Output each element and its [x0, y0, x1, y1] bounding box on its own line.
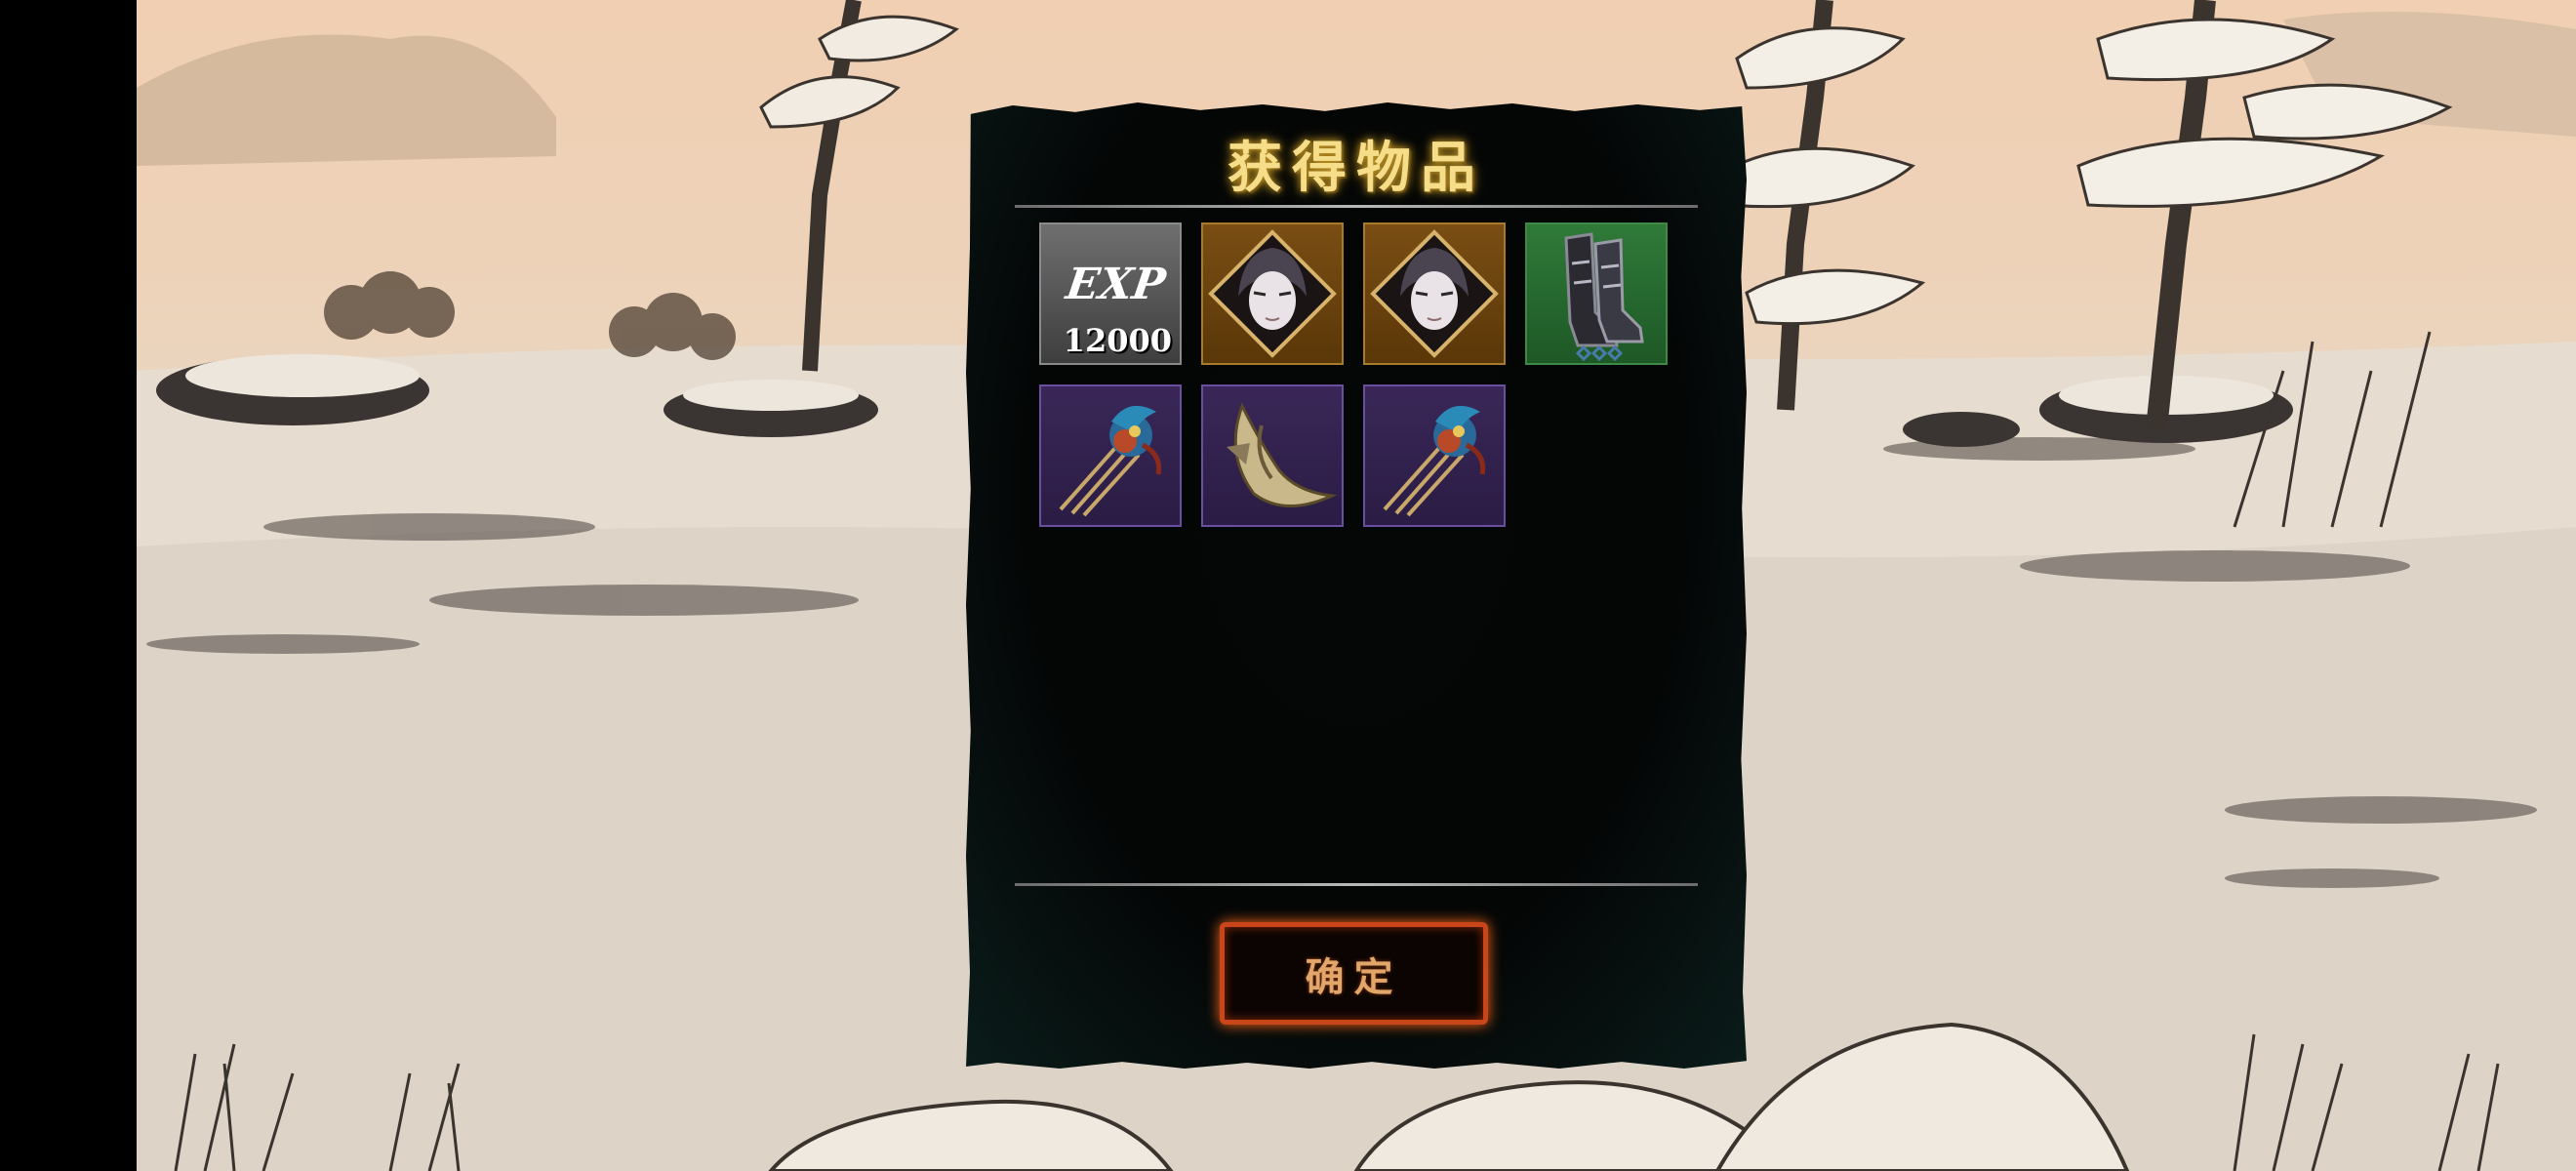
curved-blade-icon [1227, 402, 1338, 507]
reward-item-portrait[interactable] [1201, 222, 1344, 365]
left-black-bar [0, 0, 137, 1171]
feathered-hairpin-icon [1383, 405, 1486, 517]
footer-divider [1015, 883, 1698, 886]
rewards-dialog: 获得物品 EXP 12000 确定 [966, 102, 1747, 1069]
hooded-character-portrait-icon [1370, 229, 1499, 358]
reward-item-equipment[interactable] [1039, 384, 1182, 527]
exp-label: EXP [1063, 260, 1169, 309]
exp-amount: 12000 [1063, 322, 1172, 359]
hooded-character-portrait-icon [1208, 229, 1337, 358]
confirm-button[interactable]: 确定 [1220, 922, 1488, 1025]
feathered-hairpin-icon [1059, 405, 1162, 517]
title-divider [1015, 205, 1698, 208]
reward-item-portrait[interactable] [1363, 222, 1506, 365]
armored-boots-icon [1564, 232, 1644, 362]
reward-item-exp[interactable]: EXP 12000 [1039, 222, 1182, 365]
reward-item-equipment[interactable] [1201, 384, 1344, 527]
reward-item-equipment[interactable] [1525, 222, 1668, 365]
confirm-button-label: 确定 [1305, 953, 1403, 1000]
reward-item-equipment[interactable] [1363, 384, 1506, 527]
dialog-title: 获得物品 [1228, 136, 1485, 200]
